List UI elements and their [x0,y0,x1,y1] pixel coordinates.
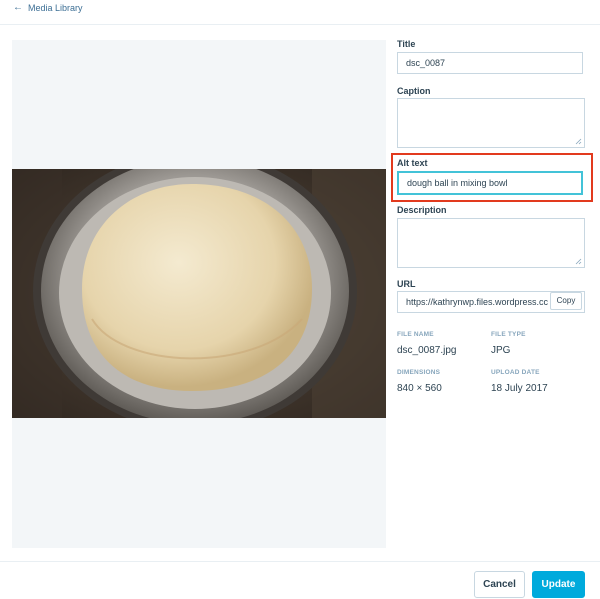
copy-url-button[interactable]: Copy [550,292,582,310]
alt-text-label: Alt text [397,158,428,168]
arrow-left-icon: ← [13,2,23,13]
update-button[interactable]: Update [532,571,585,598]
footer-divider [0,561,600,562]
back-to-media-library-link[interactable]: ← Media Library [13,2,83,14]
image-preview-area [12,40,386,548]
file-type-value: JPG [491,345,511,356]
title-label: Title [397,39,416,49]
url-label: URL [397,279,416,289]
back-link-label: Media Library [28,3,83,13]
caption-textarea[interactable] [397,98,585,148]
alt-text-input[interactable]: dough ball in mixing bowl [397,171,583,195]
dimensions-label: DIMENSIONS [397,369,441,376]
description-label: Description [397,205,447,215]
title-input[interactable]: dsc_0087 [397,52,583,74]
description-textarea[interactable] [397,218,585,268]
top-bar: ← Media Library [0,0,600,25]
resize-handle-icon[interactable] [575,258,582,265]
caption-label: Caption [397,86,431,96]
upload-date-label: UPLOAD DATE [491,369,540,376]
file-type-label: FILE TYPE [491,331,526,338]
file-name-value: dsc_0087.jpg [397,345,457,356]
resize-handle-icon[interactable] [575,138,582,145]
upload-date-value: 18 July 2017 [491,383,548,394]
file-name-label: FILE NAME [397,331,434,338]
media-image [12,169,386,418]
dimensions-value: 840 × 560 [397,383,442,394]
cancel-button[interactable]: Cancel [474,571,525,598]
